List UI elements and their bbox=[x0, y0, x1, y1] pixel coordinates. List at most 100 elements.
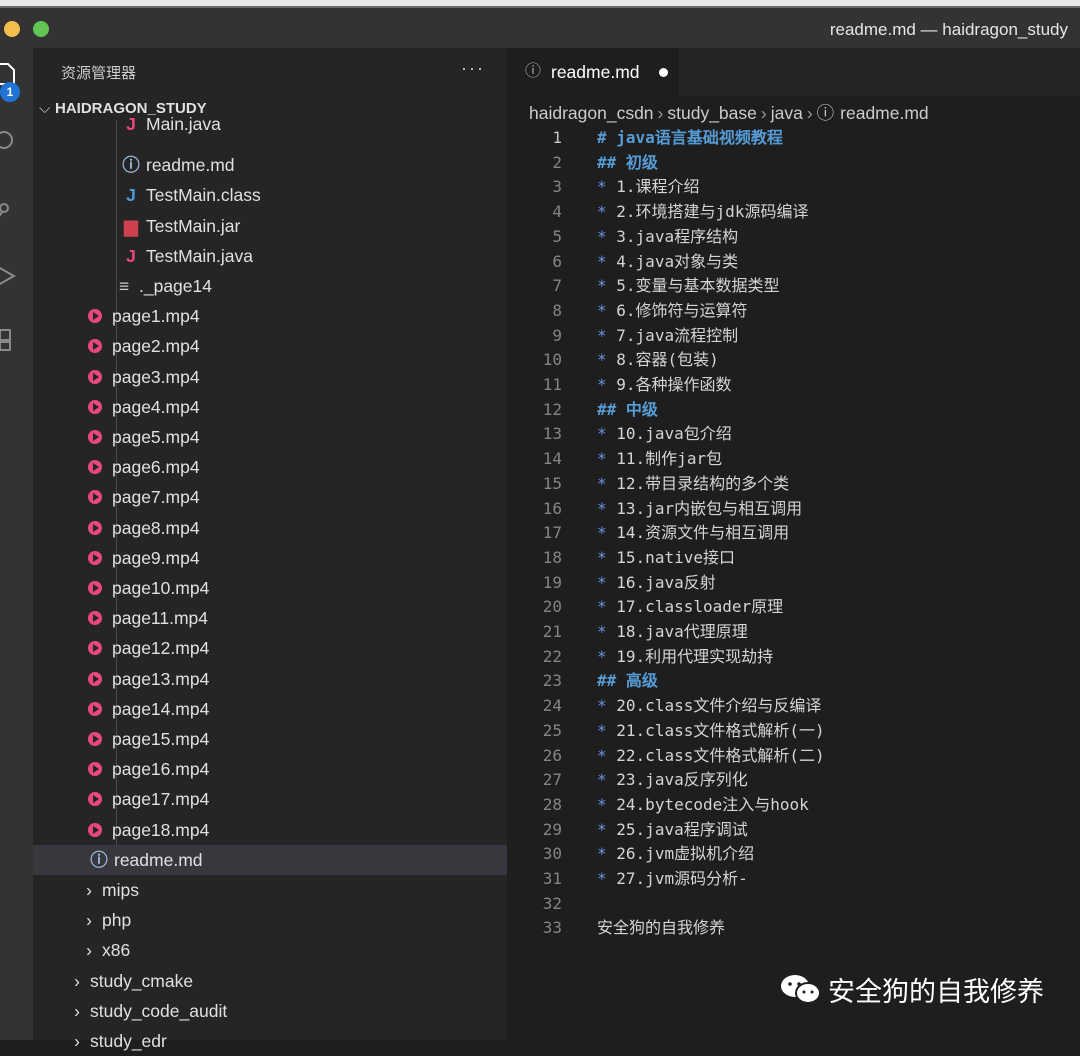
chevron-right-icon: › bbox=[86, 880, 92, 900]
code-line[interactable]: 20 * 17.classloader原理 bbox=[507, 595, 1080, 620]
file-item[interactable]: page12.mp4 bbox=[33, 633, 507, 663]
code-line[interactable]: 25 * 21.class文件格式解析(一) bbox=[507, 719, 1080, 744]
file-label: TestMain.jar bbox=[146, 215, 241, 236]
code-line[interactable]: 1 # java语言基础视频教程 bbox=[507, 126, 1080, 151]
file-label: page17.mp4 bbox=[112, 789, 210, 810]
file-item[interactable]: page8.mp4 bbox=[33, 513, 507, 543]
line-number: 10 bbox=[542, 350, 562, 370]
folder-item[interactable]: › study_cmake bbox=[33, 966, 507, 996]
code-line[interactable]: 11 * 9.各种操作函数 bbox=[507, 373, 1080, 398]
file-item[interactable]: page15.mp4 bbox=[33, 724, 507, 754]
file-item[interactable]: page10.mp4 bbox=[33, 573, 507, 603]
code-line[interactable]: 13 * 10.java包介绍 bbox=[507, 422, 1080, 447]
video-file-icon bbox=[88, 671, 102, 686]
file-item[interactable]: page9.mp4 bbox=[33, 543, 507, 573]
line-content: * 16.java反射 bbox=[597, 571, 716, 595]
file-item[interactable]: page11.mp4 bbox=[33, 603, 507, 633]
breadcrumb-item[interactable]: readme.md bbox=[840, 103, 929, 123]
code-line[interactable]: 32 bbox=[507, 892, 1080, 917]
bullet-marker: * bbox=[597, 424, 607, 444]
java-icon: J bbox=[126, 114, 136, 134]
code-line[interactable]: 33 安全狗的自我修养 bbox=[507, 916, 1080, 941]
code-line[interactable]: 4 * 2.环境搭建与jdk源码编译 bbox=[507, 200, 1080, 225]
file-item[interactable]: ▆ TestMain.jar bbox=[33, 211, 507, 241]
file-item[interactable]: page17.mp4 bbox=[33, 784, 507, 814]
file-item[interactable]: page1.mp4 bbox=[33, 301, 507, 331]
folder-item[interactable]: › study_code_audit bbox=[33, 996, 507, 1026]
code-line[interactable]: 12 ## 中级 bbox=[507, 398, 1080, 423]
file-item[interactable]: page4.mp4 bbox=[33, 392, 507, 422]
minimize-button[interactable] bbox=[4, 21, 20, 37]
code-line[interactable]: 22 * 19.利用代理实现劫持 bbox=[507, 645, 1080, 670]
folder-item[interactable]: › php bbox=[33, 905, 507, 935]
file-item[interactable]: ⓘ readme.md bbox=[33, 150, 507, 180]
file-item[interactable]: page3.mp4 bbox=[33, 362, 507, 392]
line-number: 8 bbox=[552, 300, 562, 320]
file-item[interactable]: page6.mp4 bbox=[33, 452, 507, 482]
search-icon[interactable] bbox=[0, 130, 18, 154]
code-line[interactable]: 27 * 23.java反序列化 bbox=[507, 768, 1080, 793]
code-line[interactable]: 26 * 22.class文件格式解析(二) bbox=[507, 744, 1080, 769]
code-line[interactable]: 7 * 5.变量与基本数据类型 bbox=[507, 274, 1080, 299]
more-actions-button[interactable]: ··· bbox=[461, 58, 485, 79]
code-line[interactable]: 16 * 13.jar内嵌包与相互调用 bbox=[507, 497, 1080, 522]
file-item[interactable]: page14.mp4 bbox=[33, 694, 507, 724]
run-debug-icon[interactable] bbox=[0, 264, 18, 288]
info-icon: ⓘ bbox=[816, 103, 835, 123]
code-line[interactable]: 2 ## 初级 bbox=[507, 151, 1080, 176]
source-control-icon[interactable] bbox=[0, 198, 18, 222]
folder-item[interactable]: › mips bbox=[33, 875, 507, 905]
breadcrumb-item[interactable]: haidragon_csdn bbox=[529, 103, 654, 123]
code-line[interactable]: 17 * 14.资源文件与相互调用 bbox=[507, 521, 1080, 546]
file-item[interactable]: page18.mp4 bbox=[33, 815, 507, 845]
code-line[interactable]: 24 * 20.class文件介绍与反编译 bbox=[507, 694, 1080, 719]
line-text: 27.jvm源码分析- bbox=[616, 869, 748, 888]
code-line[interactable]: 23 ## 高级 bbox=[507, 669, 1080, 694]
code-line[interactable]: 14 * 11.制作jar包 bbox=[507, 447, 1080, 472]
code-line[interactable]: 9 * 7.java流程控制 bbox=[507, 324, 1080, 349]
code-line[interactable]: 28 * 24.bytecode注入与hook bbox=[507, 793, 1080, 818]
code-line[interactable]: 15 * 12.带目录结构的多个类 bbox=[507, 472, 1080, 497]
folder-item[interactable]: › study_edr bbox=[33, 1026, 507, 1056]
code-line[interactable]: 5 * 3.java程序结构 bbox=[507, 225, 1080, 250]
file-item[interactable]: page7.mp4 bbox=[33, 482, 507, 512]
tab-readme[interactable]: ⓘ readme.md bbox=[507, 48, 679, 96]
line-text: 11.制作jar包 bbox=[616, 449, 723, 469]
line-content: * 10.java包介绍 bbox=[597, 422, 732, 446]
file-item[interactable]: J Main.java bbox=[33, 114, 507, 136]
code-line[interactable]: 19 * 16.java反射 bbox=[507, 571, 1080, 596]
maximize-button[interactable] bbox=[33, 21, 49, 37]
extensions-icon[interactable] bbox=[0, 328, 18, 352]
bullet-marker: * bbox=[597, 745, 607, 765]
file-item[interactable]: page16.mp4 bbox=[33, 754, 507, 784]
line-content: * 1.课程介绍 bbox=[597, 175, 700, 199]
breadcrumb-item[interactable]: study_base bbox=[667, 103, 757, 123]
line-text: 9.各种操作函数 bbox=[616, 375, 732, 394]
file-item[interactable]: ≡ ._page14 bbox=[33, 271, 507, 301]
code-line[interactable]: 10 * 8.容器(包装) bbox=[507, 348, 1080, 373]
file-item[interactable]: J TestMain.java bbox=[33, 241, 507, 271]
code-line[interactable]: 18 * 15.native接口 bbox=[507, 546, 1080, 571]
line-content: * 20.class文件介绍与反编译 bbox=[597, 694, 821, 718]
code-line[interactable]: 29 * 25.java程序调试 bbox=[507, 818, 1080, 843]
line-number: 21 bbox=[542, 622, 562, 641]
file-item[interactable]: J TestMain.class bbox=[33, 180, 507, 210]
code-line[interactable]: 8 * 6.修饰符与运算符 bbox=[507, 299, 1080, 324]
unsaved-dot-icon[interactable] bbox=[659, 68, 668, 77]
code-line[interactable]: 21 * 18.java代理原理 bbox=[507, 620, 1080, 645]
file-item[interactable]: ⓘ readme.md bbox=[33, 844, 507, 875]
breadcrumb-item[interactable]: java bbox=[771, 103, 803, 123]
code-line[interactable]: 31 * 27.jvm源码分析- bbox=[507, 867, 1080, 892]
bullet-marker: * bbox=[597, 276, 607, 296]
code-line[interactable]: 3 * 1.课程介绍 bbox=[507, 175, 1080, 200]
file-item[interactable]: page5.mp4 bbox=[33, 422, 507, 452]
folder-item[interactable]: › x86 bbox=[33, 935, 507, 965]
file-label: study_code_audit bbox=[90, 1000, 228, 1021]
line-number: 18 bbox=[542, 547, 562, 567]
file-item[interactable]: page13.mp4 bbox=[33, 664, 507, 694]
watermark: 安全狗的自我修养 bbox=[780, 970, 1044, 1009]
file-item[interactable]: page2.mp4 bbox=[33, 331, 507, 361]
video-file-icon bbox=[88, 732, 102, 746]
code-line[interactable]: 6 * 4.java对象与类 bbox=[507, 250, 1080, 275]
code-line[interactable]: 30 * 26.jvm虚拟机介绍 bbox=[507, 842, 1080, 867]
